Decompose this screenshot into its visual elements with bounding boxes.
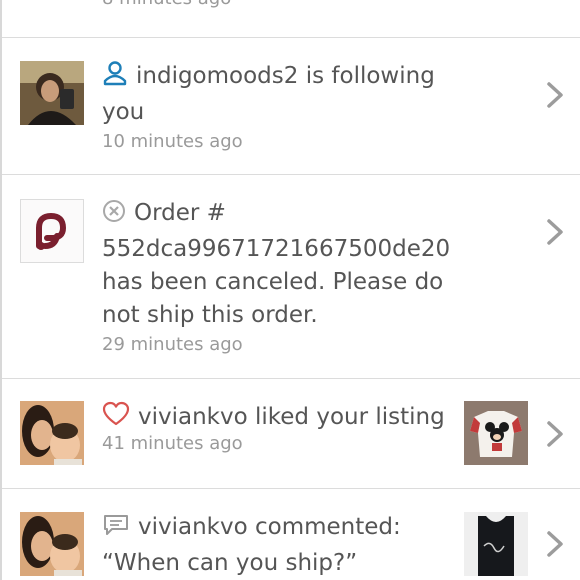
notification-row[interactable]: 8 minutes ago	[2, 0, 580, 38]
listing-thumbnail[interactable]	[464, 401, 528, 465]
notification-row[interactable]: viviankvo liked your listing 41 minutes …	[2, 379, 580, 489]
username-link[interactable]: viviankvo	[138, 514, 248, 540]
notification-feed: 8 minutes ago indigomoods2 is follo	[0, 0, 580, 580]
canceled-x-icon	[102, 199, 126, 233]
comment-icon	[102, 513, 130, 547]
chevron-right-icon[interactable]	[544, 419, 566, 449]
timestamp: 8 minutes ago	[102, 0, 231, 9]
follow-user-icon	[102, 60, 128, 96]
notification-row[interactable]: viviankvo commented: “When can you ship?…	[2, 489, 580, 580]
notification-message: commented:	[255, 514, 401, 540]
poshmark-logo	[20, 199, 84, 263]
comment-quote: “When can you ship?”	[102, 550, 358, 576]
chevron-right-icon[interactable]	[544, 217, 566, 247]
username-link[interactable]: viviankvo	[138, 404, 248, 430]
avatar[interactable]	[20, 401, 84, 465]
username-link[interactable]: indigomoods2	[136, 63, 298, 89]
timestamp: 10 minutes ago	[102, 131, 243, 152]
chevron-right-icon[interactable]	[544, 80, 566, 110]
avatar[interactable]	[20, 61, 84, 125]
heart-icon	[102, 401, 130, 437]
notification-message: liked your listing	[255, 404, 445, 430]
chevron-right-icon[interactable]	[544, 529, 566, 559]
notification-row[interactable]: indigomoods2 is following you 10 minutes…	[2, 38, 580, 175]
timestamp: 29 minutes ago	[102, 334, 243, 355]
notification-row[interactable]: Order # 552dca99671721667500de20 has bee…	[2, 175, 580, 379]
listing-thumbnail[interactable]	[464, 512, 528, 576]
notification-message: Order # 552dca99671721667500de20 has bee…	[102, 200, 451, 328]
avatar[interactable]	[20, 512, 84, 576]
